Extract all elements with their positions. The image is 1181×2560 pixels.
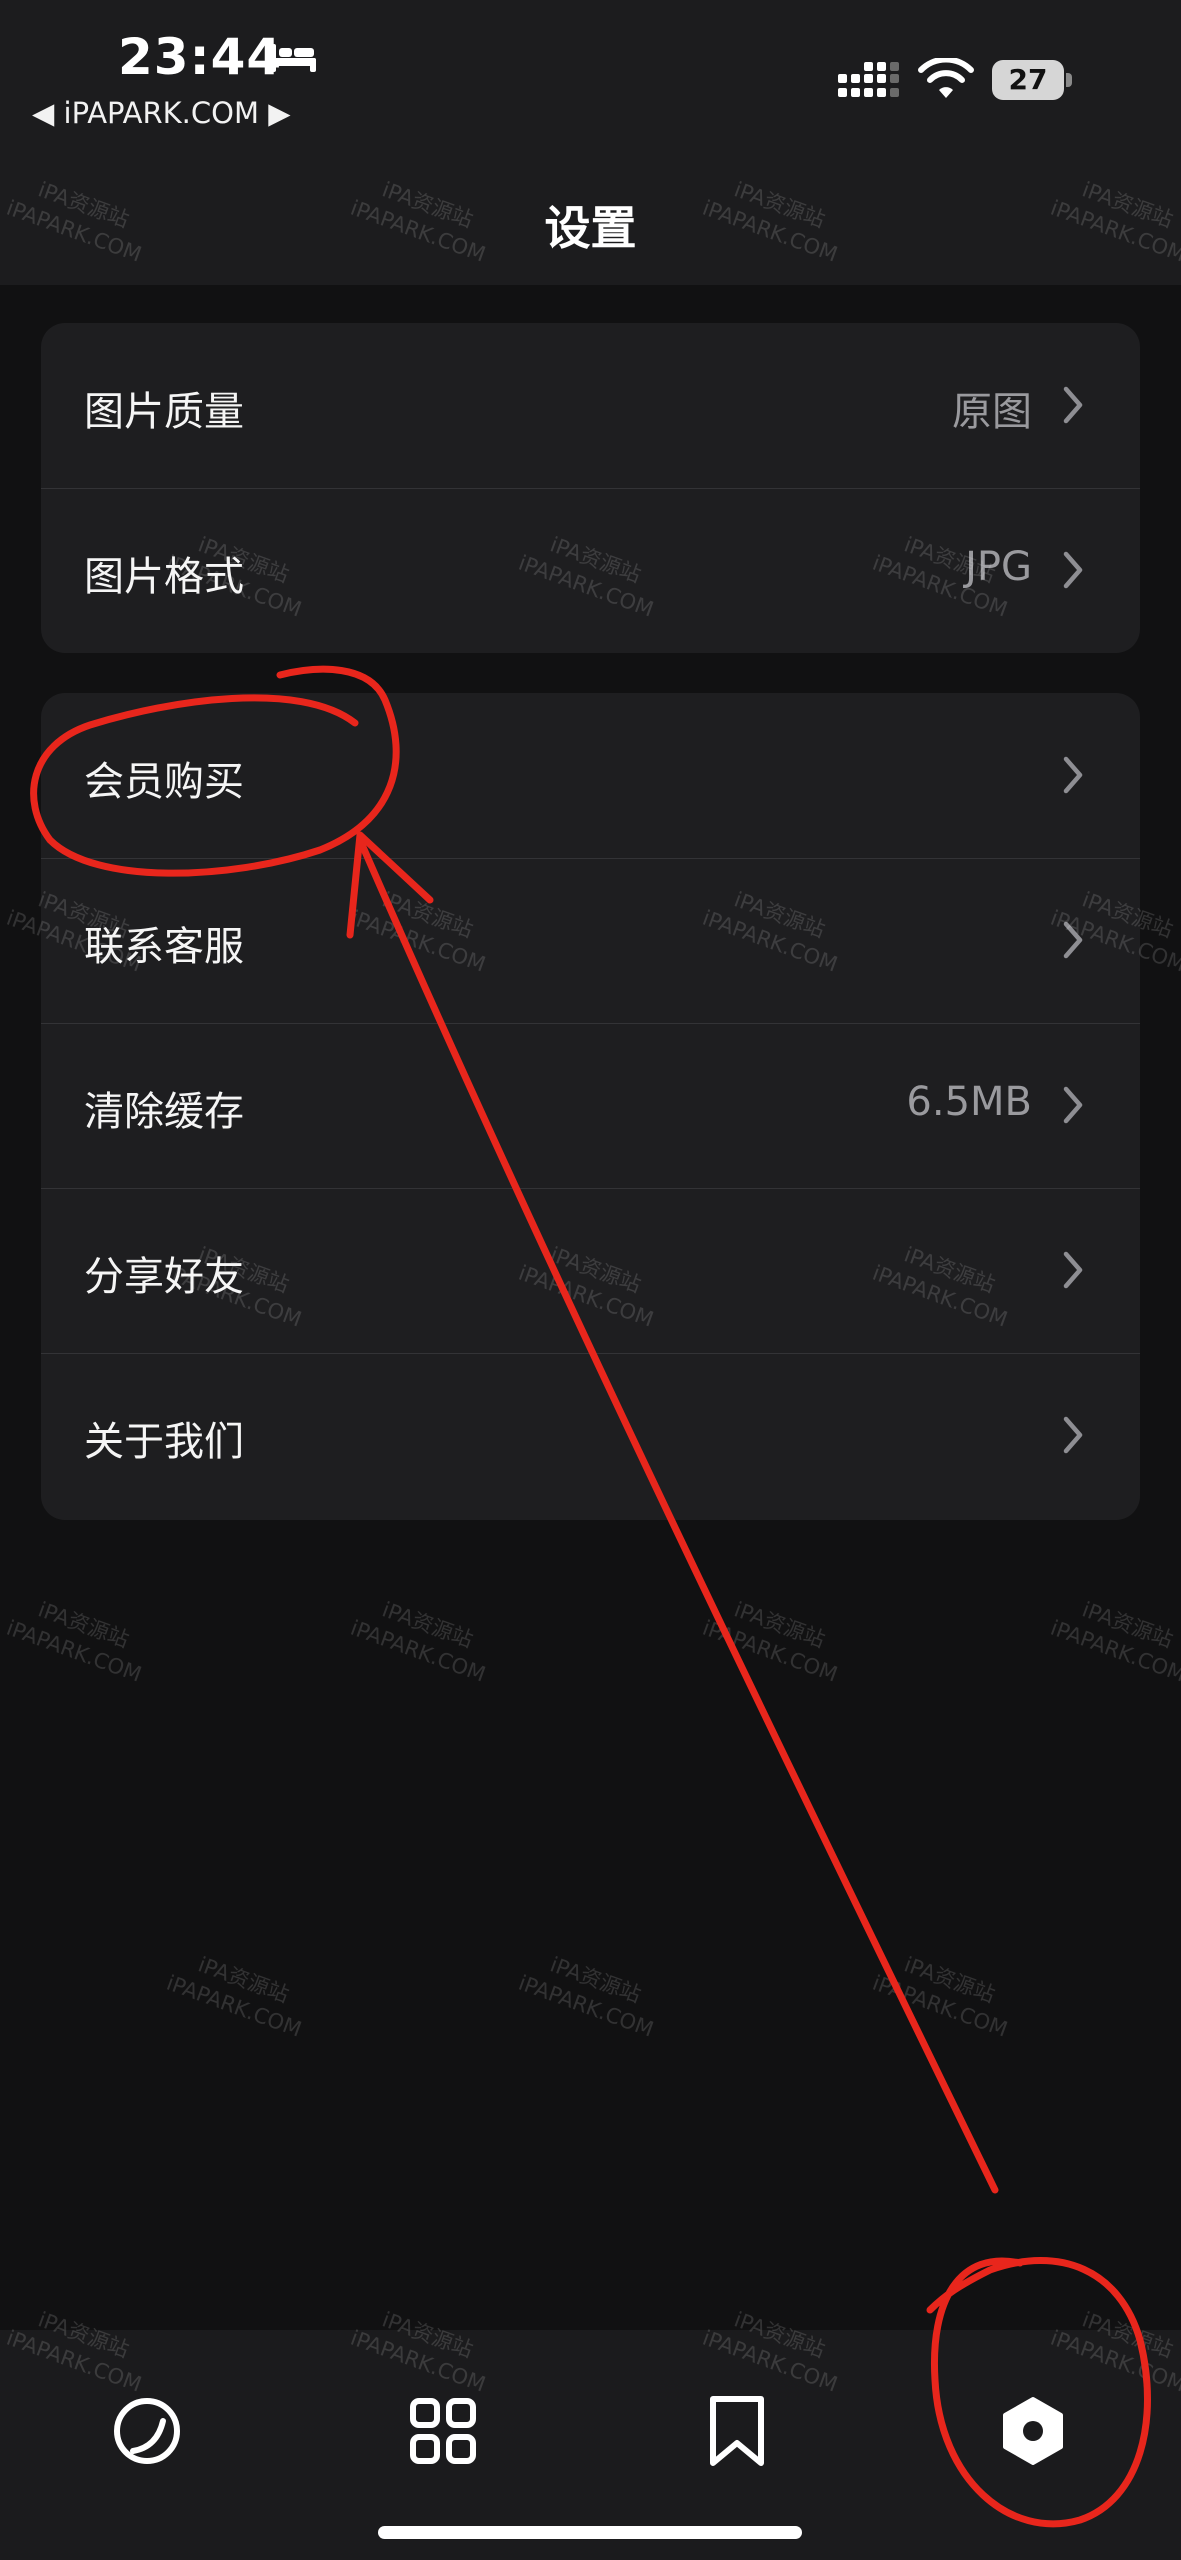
settings-row-image-quality[interactable]: 图片质量 原图 <box>41 323 1140 488</box>
watermark: iPA资源站 iPAPARK.COM <box>699 1597 841 1687</box>
bookmark-icon <box>710 2396 764 2466</box>
row-label: 会员购买 <box>84 759 244 805</box>
watermark: iPA资源站 iPAPARK.COM <box>1047 1597 1181 1687</box>
home-indicator[interactable] <box>378 2526 802 2539</box>
row-label: 图片质量 <box>84 389 244 435</box>
chevron-right-icon <box>1063 1251 1083 1289</box>
nav-bar: 设置 <box>0 140 1181 285</box>
watermark: iPA资源站 iPAPARK.COM <box>3 1597 145 1687</box>
chevron-right-icon <box>1063 551 1083 589</box>
settings-row-membership-purchase[interactable]: 会员购买 <box>41 693 1140 858</box>
settings-screen: 23:44 ◀ iPAPARK.COM ▶ 27 设置 图片质量 原图 图片格式… <box>0 0 1181 2560</box>
battery-level: 27 <box>1008 63 1048 96</box>
battery-body: 27 <box>992 60 1064 100</box>
tab-settings[interactable] <box>958 2356 1108 2506</box>
chevron-right-icon <box>1063 756 1083 794</box>
bed-icon <box>270 44 316 72</box>
row-label: 清除缓存 <box>84 1089 244 1135</box>
settings-row-contact-support[interactable]: 联系客服 <box>41 858 1140 1023</box>
chevron-right-icon <box>1063 1086 1083 1124</box>
grid-icon <box>410 2398 476 2464</box>
wifi-icon <box>918 58 974 98</box>
status-bar: 23:44 ◀ iPAPARK.COM ▶ 27 <box>0 0 1181 140</box>
battery-tip <box>1066 73 1072 87</box>
page-title: 设置 <box>544 201 637 255</box>
watermark: iPA资源站 iPAPARK.COM <box>515 1952 657 2042</box>
back-to-app-link[interactable]: ◀ iPAPARK.COM ▶ <box>32 96 291 130</box>
row-label: 关于我们 <box>84 1419 244 1465</box>
row-value: 6.5MB <box>906 1079 1032 1125</box>
chevron-right-icon <box>1063 386 1083 424</box>
discover-icon <box>114 2398 180 2464</box>
status-time: 23:44 <box>118 28 283 86</box>
chevron-right-icon <box>1063 1416 1083 1454</box>
settings-icon <box>1003 2397 1063 2465</box>
watermark: iPA资源站 iPAPARK.COM <box>347 1597 489 1687</box>
settings-row-about-us[interactable]: 关于我们 <box>41 1353 1140 1518</box>
row-value: 原图 <box>952 389 1032 435</box>
settings-row-clear-cache[interactable]: 清除缓存 6.5MB <box>41 1023 1140 1188</box>
watermark: iPA资源站 iPAPARK.COM <box>869 1952 1011 2042</box>
general-settings-group: 会员购买 联系客服 清除缓存 6.5MB 分享好友 关于我们 <box>41 693 1140 1520</box>
battery-icon: 27 <box>992 60 1074 100</box>
watermark: iPA资源站 iPAPARK.COM <box>163 1952 305 2042</box>
signal-icon <box>838 62 899 97</box>
